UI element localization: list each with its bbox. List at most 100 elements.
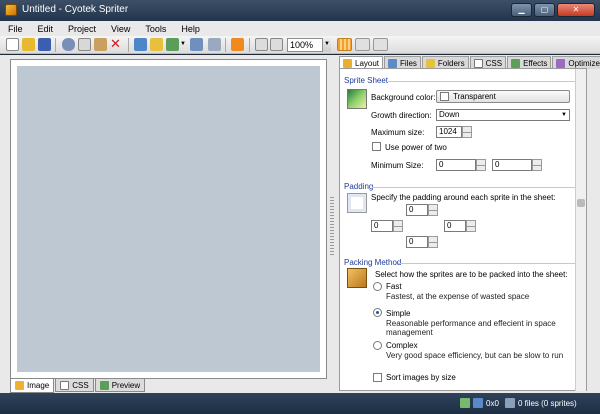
app-icon bbox=[5, 4, 17, 16]
close-icon[interactable]: ✕ bbox=[557, 3, 595, 17]
padding-left-value: 0 bbox=[374, 221, 379, 230]
add-images-icon[interactable] bbox=[134, 38, 147, 51]
padding-top-input[interactable]: 0 bbox=[406, 204, 438, 216]
window-title: Untitled - Cyotek Spriter bbox=[22, 4, 129, 15]
tab-image[interactable]: Image bbox=[10, 379, 55, 393]
padding-description: Specify the padding around each sprite i… bbox=[371, 193, 556, 202]
menu-file[interactable]: File bbox=[8, 24, 23, 34]
maximum-size-input[interactable]: 1024 bbox=[436, 126, 472, 138]
background-color-label: Background color: bbox=[371, 93, 436, 102]
package-icon bbox=[347, 268, 367, 288]
power-of-two-checkbox[interactable] bbox=[372, 142, 381, 151]
padding-top-value: 0 bbox=[409, 205, 414, 214]
section-divider bbox=[388, 81, 580, 82]
toolbar-separator bbox=[128, 38, 129, 52]
effects-icon bbox=[511, 58, 521, 68]
maximize-icon[interactable]: ▢ bbox=[534, 3, 555, 17]
sort-by-size-label: Sort images by size bbox=[386, 373, 456, 382]
background-icon[interactable] bbox=[355, 38, 370, 51]
window-controls: ▁ ▢ ✕ bbox=[511, 3, 595, 17]
packing-fast-radio[interactable] bbox=[373, 282, 382, 291]
actual-size-icon[interactable] bbox=[270, 38, 283, 51]
tab-css-view[interactable]: CSS bbox=[55, 379, 94, 392]
color-swatch bbox=[440, 92, 449, 101]
image-size-icon bbox=[460, 398, 470, 408]
menu-project[interactable]: Project bbox=[68, 24, 96, 34]
css-icon bbox=[473, 58, 483, 68]
copy-icon[interactable] bbox=[78, 38, 91, 51]
rss-icon[interactable] bbox=[231, 38, 244, 51]
chevron-down-icon[interactable]: ▼ bbox=[180, 38, 187, 51]
refresh-icon[interactable] bbox=[190, 38, 203, 51]
status-dimensions: 0x0 bbox=[486, 399, 499, 408]
sort-by-size-checkbox[interactable] bbox=[373, 373, 382, 382]
spinner-icon[interactable] bbox=[462, 126, 472, 138]
title-bar: Untitled - Cyotek Spriter ▁ ▢ ✕ bbox=[0, 0, 600, 21]
menu-view[interactable]: View bbox=[111, 24, 130, 34]
padding-left-input[interactable]: 0 bbox=[371, 220, 403, 232]
padding-icon bbox=[347, 193, 367, 213]
spinner-icon[interactable] bbox=[428, 236, 438, 248]
spinner-icon[interactable] bbox=[476, 159, 486, 171]
spinner-icon[interactable] bbox=[466, 220, 476, 232]
sprite-sheet-icon bbox=[347, 89, 367, 109]
image-view-frame bbox=[10, 59, 327, 379]
section-sprite-sheet: Sprite Sheet bbox=[344, 76, 389, 85]
minimum-height-input[interactable]: 0 bbox=[492, 159, 542, 171]
spinner-icon[interactable] bbox=[428, 204, 438, 216]
growth-direction-value: Down bbox=[439, 110, 460, 119]
padding-bottom-input[interactable]: 0 bbox=[406, 236, 438, 248]
toolbar-separator bbox=[55, 38, 56, 52]
chevron-down-icon[interactable]: ▼ bbox=[322, 38, 331, 52]
section-packing-method: Packing Method bbox=[344, 258, 402, 267]
add-folder-icon[interactable] bbox=[150, 38, 163, 51]
spinner-icon[interactable] bbox=[393, 220, 403, 232]
spinner-icon[interactable] bbox=[532, 159, 542, 171]
packing-simple-radio[interactable] bbox=[373, 308, 382, 317]
fit-icon[interactable] bbox=[255, 38, 268, 51]
minimum-width-input[interactable]: 0 bbox=[436, 159, 486, 171]
menu-tools[interactable]: Tools bbox=[145, 24, 166, 34]
tab-files-label: Files bbox=[400, 58, 417, 68]
cut-icon[interactable] bbox=[62, 38, 75, 51]
background-color-button[interactable]: Transparent bbox=[436, 90, 570, 103]
paste-icon[interactable] bbox=[94, 38, 107, 51]
power-of-two-label: Use power of two bbox=[385, 143, 447, 152]
packing-complex-description: Very good space efficiency, but can be s… bbox=[386, 351, 564, 360]
minimum-height-value: 0 bbox=[495, 160, 500, 169]
packing-complex-label: Complex bbox=[386, 341, 418, 350]
tab-preview-label: Preview bbox=[111, 380, 141, 390]
growth-direction-select[interactable]: Down ▼ bbox=[436, 109, 570, 121]
new-icon[interactable] bbox=[6, 38, 19, 51]
maximum-size-value: 1024 bbox=[439, 127, 457, 136]
settings-icon[interactable] bbox=[208, 38, 221, 51]
layout-icon bbox=[343, 58, 352, 68]
maximum-size-label: Maximum size: bbox=[371, 128, 425, 137]
toolbar: ✕ ▼ 100% ▼ bbox=[0, 36, 600, 54]
tab-preview[interactable]: Preview bbox=[94, 379, 146, 392]
panel-scrollbar[interactable] bbox=[575, 69, 586, 391]
save-icon[interactable] bbox=[38, 38, 51, 51]
menu-edit[interactable]: Edit bbox=[38, 24, 54, 34]
toolbar-separator bbox=[249, 38, 250, 52]
toolbar-separator bbox=[225, 38, 226, 52]
css-icon bbox=[60, 380, 70, 390]
sheet-icon[interactable] bbox=[373, 38, 388, 51]
menu-help[interactable]: Help bbox=[181, 24, 200, 34]
padding-right-input[interactable]: 0 bbox=[444, 220, 476, 232]
section-padding: Padding bbox=[344, 182, 374, 191]
image-icon bbox=[15, 381, 24, 390]
minimum-width-value: 0 bbox=[439, 160, 444, 169]
splitter-handle[interactable] bbox=[330, 197, 334, 257]
scrollbar-thumb[interactable] bbox=[577, 199, 585, 207]
packing-complex-radio[interactable] bbox=[373, 341, 382, 350]
packing-fast-label: Fast bbox=[386, 282, 402, 291]
sprite-canvas[interactable] bbox=[17, 66, 320, 372]
open-icon[interactable] bbox=[22, 38, 35, 51]
export-icon[interactable] bbox=[166, 38, 179, 51]
delete-icon[interactable]: ✕ bbox=[110, 37, 123, 51]
grid-icon[interactable] bbox=[337, 38, 352, 51]
packing-simple-description: Reasonable performance and effecient in … bbox=[386, 319, 556, 337]
folders-icon bbox=[425, 58, 435, 68]
minimize-icon[interactable]: ▁ bbox=[511, 3, 532, 17]
